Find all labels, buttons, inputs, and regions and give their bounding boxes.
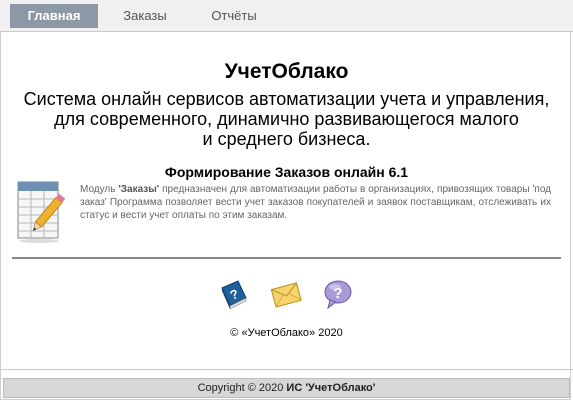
subtitle-line-3: и среднего бизнеса. [202, 129, 371, 149]
help-book-icon[interactable]: ? [218, 278, 250, 310]
subtitle-line-1: Система онлайн сервисов автоматизации уч… [23, 89, 550, 109]
subtitle-line-2: для современного, динамично развивающего… [54, 109, 519, 129]
copyright-text: © «УчетОблако» 2020 [230, 327, 343, 339]
footer: Copyright © 2020 ИС 'УчетОблако' [3, 378, 570, 398]
footer-name: ИС 'УчетОблако' [286, 382, 376, 394]
tab-orders[interactable]: Заказы [110, 4, 180, 28]
page-subtitle: Система онлайн сервисов автоматизации уч… [20, 89, 553, 149]
module-desc-name: 'Заказы' [118, 184, 160, 195]
spreadsheet-pencil-icon [17, 181, 66, 243]
tab-reports[interactable]: Отчёты [196, 4, 272, 28]
module-description: Модуль 'Заказы' предназначен для автомат… [80, 183, 551, 222]
question-bubble-icon[interactable]: ? [322, 278, 354, 310]
footer-prefix: Copyright © 2020 [197, 382, 287, 394]
module-desc-prefix: Модуль [80, 184, 119, 195]
divider [12, 257, 561, 259]
page-title: УчетОблако [224, 60, 349, 83]
svg-text:?: ? [333, 285, 342, 302]
top-nav: Главная Заказы Отчёты [0, 0, 573, 32]
tab-home[interactable]: Главная [10, 4, 98, 28]
bottom-rule [0, 369, 573, 370]
module-title: Формирование Заказов онлайн 6.1 [164, 164, 409, 180]
mail-envelope-icon[interactable] [270, 278, 302, 310]
